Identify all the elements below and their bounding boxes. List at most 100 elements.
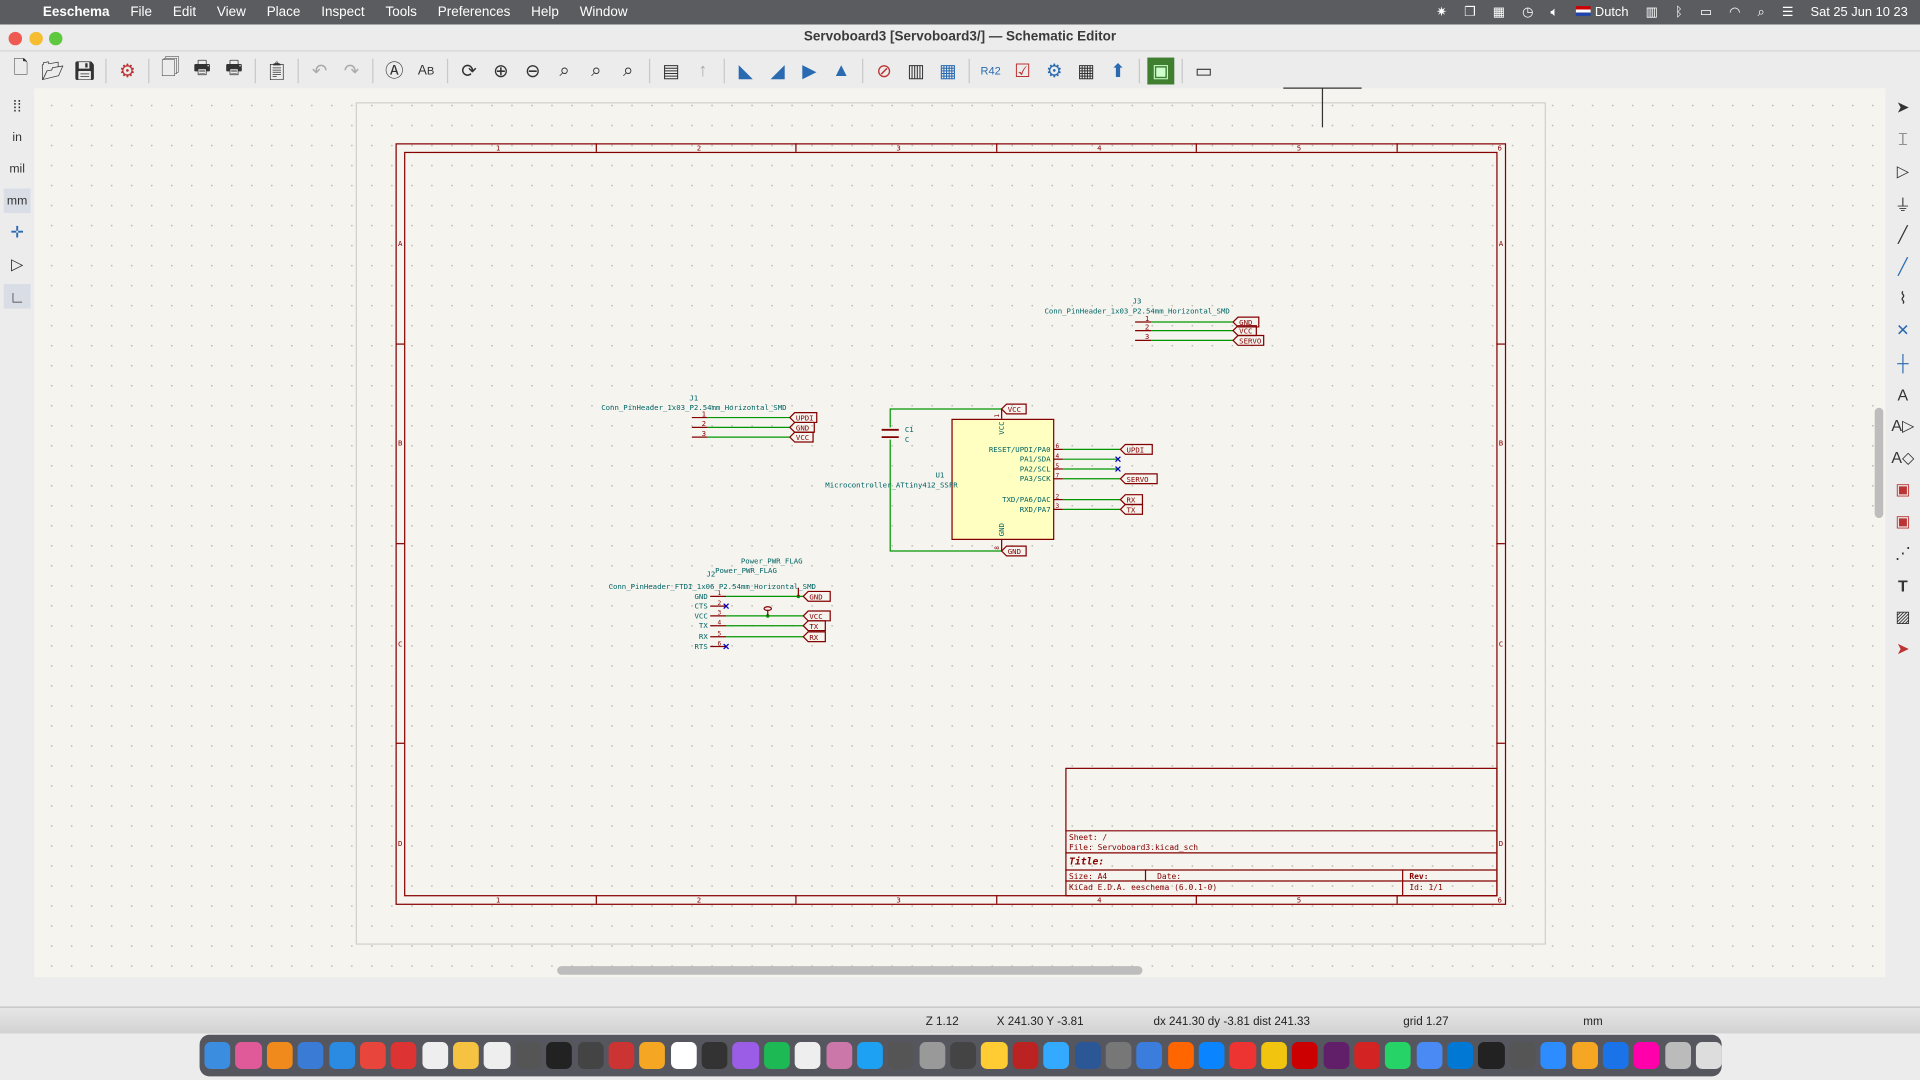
pin-number: 3 <box>702 429 706 438</box>
dock-app-icon[interactable] <box>1540 1042 1567 1069</box>
add-bus-icon[interactable]: ╱ <box>1889 255 1916 279</box>
dock-app-icon[interactable] <box>1695 1042 1722 1069</box>
dock-app-icon[interactable] <box>1416 1042 1443 1069</box>
u1-pin-name: TXD/PA6/DAC <box>1002 495 1051 504</box>
dock-app-icon[interactable] <box>639 1042 666 1069</box>
dock-app-icon[interactable] <box>328 1042 355 1069</box>
column-label: 4 <box>1097 144 1102 153</box>
status-xy: X 241.30 Y -3.81 <box>996 1015 1084 1029</box>
right-toolbar: ➤ ⌶ ▷ ⏚ ╱ ╱ ⌇ ✕ ┼ A A▷ A◇ ▣ ▣ ⋰ T ▨ ➤ <box>1885 88 1920 980</box>
dock-app-icon[interactable] <box>608 1042 635 1069</box>
dock-app-icon[interactable] <box>981 1042 1008 1069</box>
add-symbol-icon[interactable]: ▷ <box>1889 159 1916 183</box>
dock-app-icon[interactable] <box>1136 1042 1163 1069</box>
delete-icon[interactable]: ➤ <box>1889 637 1916 661</box>
dock-app-icon[interactable] <box>1509 1042 1536 1069</box>
dock-app-icon[interactable] <box>577 1042 604 1069</box>
dock-app-icon[interactable] <box>1012 1042 1039 1069</box>
row-label: D <box>398 839 402 848</box>
global-label-text: SERVO <box>1239 336 1261 345</box>
dock-app-icon[interactable] <box>825 1042 852 1069</box>
dock-app-icon[interactable] <box>266 1042 293 1069</box>
dock-app-icon[interactable] <box>1229 1042 1256 1069</box>
add-sheet-icon[interactable]: ▣ <box>1889 478 1916 502</box>
dock-app-icon[interactable] <box>1074 1042 1101 1069</box>
dock-app-icon[interactable] <box>856 1042 883 1069</box>
row-label: A <box>1499 239 1504 248</box>
dock-app-icon[interactable] <box>794 1042 821 1069</box>
add-text-icon[interactable]: T <box>1889 573 1916 597</box>
no-connect-icon[interactable]: ✕ <box>1889 318 1916 342</box>
j3-value: Conn_PinHeader_1x03_P2.54mm_Horizontal_S… <box>1044 306 1229 315</box>
dock-app-icon[interactable] <box>204 1042 231 1069</box>
tb-title: Title: <box>1069 855 1104 867</box>
dock-app-icon[interactable] <box>515 1042 542 1069</box>
row-label: C <box>1499 640 1503 649</box>
row-label: B <box>398 439 403 448</box>
dock-app-icon[interactable] <box>1385 1042 1412 1069</box>
dock-app-icon[interactable] <box>670 1042 697 1069</box>
dock-app-icon[interactable] <box>297 1042 324 1069</box>
select-icon[interactable]: ➤ <box>1889 96 1916 120</box>
junction-icon[interactable]: ┼ <box>1889 350 1916 374</box>
dock-app-icon[interactable] <box>1198 1042 1225 1069</box>
dock-app-icon[interactable] <box>421 1042 448 1069</box>
dock-app-icon[interactable] <box>1323 1042 1350 1069</box>
import-sheet-pin-icon[interactable]: ▣ <box>1889 509 1916 533</box>
tb-file: File: Servoboard3.kicad_sch <box>1069 843 1198 852</box>
dock-app-icon[interactable] <box>235 1042 262 1069</box>
j2-pin-name: GND <box>695 592 708 601</box>
net-label-icon[interactable]: A <box>1889 382 1916 406</box>
dock-app-icon[interactable] <box>888 1042 915 1069</box>
dock-app-icon[interactable] <box>919 1042 946 1069</box>
add-power-icon[interactable]: ⏚ <box>1889 191 1916 215</box>
column-label: 6 <box>1498 144 1502 153</box>
hier-label-icon[interactable]: A◇ <box>1889 446 1916 470</box>
dock-app-icon[interactable] <box>950 1042 977 1069</box>
dock-app-icon[interactable] <box>1260 1042 1287 1069</box>
row-label: C <box>398 640 402 649</box>
highlight-net-icon[interactable]: ⌶ <box>1889 127 1916 151</box>
add-graphic-line-icon[interactable]: ⋰ <box>1889 541 1916 565</box>
dock-app-icon[interactable] <box>390 1042 417 1069</box>
c1-value: C <box>905 435 909 444</box>
dock-app-icon[interactable] <box>1354 1042 1381 1069</box>
dock-app-icon[interactable] <box>1447 1042 1474 1069</box>
pin-number: 4 <box>1056 453 1060 460</box>
vertical-scrollbar[interactable] <box>1874 407 1884 518</box>
dock-app-icon[interactable] <box>732 1042 759 1069</box>
dock-app-icon[interactable] <box>1602 1042 1629 1069</box>
dock-app-icon[interactable] <box>701 1042 728 1069</box>
dock-app-icon[interactable] <box>1478 1042 1505 1069</box>
dock-app-icon[interactable] <box>1571 1042 1598 1069</box>
column-label: 2 <box>697 144 701 153</box>
add-wire-icon[interactable]: ╱ <box>1889 223 1916 247</box>
status-zoom: Z 1.12 <box>925 1015 959 1029</box>
bus-entry-icon[interactable]: ⌇ <box>1889 287 1916 311</box>
pin-number: 8 <box>994 546 1001 550</box>
dock-app-icon[interactable] <box>1167 1042 1194 1069</box>
tb-size: Size: A4 <box>1069 872 1107 881</box>
column-label: 2 <box>697 895 701 904</box>
dock-app-icon[interactable] <box>484 1042 511 1069</box>
schematic-drawing: 112233445566A AB BC CD D Sheet: / File: Serv… <box>355 87 1546 945</box>
dock-app-icon[interactable] <box>1664 1042 1691 1069</box>
dock-app-icon[interactable] <box>763 1042 790 1069</box>
column-label: 6 <box>1498 895 1502 904</box>
dock-app-icon[interactable] <box>453 1042 480 1069</box>
add-image-icon[interactable]: ▨ <box>1889 605 1916 629</box>
pin-number: 7 <box>1056 473 1060 480</box>
dock-app-icon[interactable] <box>1105 1042 1132 1069</box>
horizontal-scrollbar[interactable] <box>557 966 1143 975</box>
dock-app-icon[interactable] <box>1291 1042 1318 1069</box>
column-label: 1 <box>496 895 500 904</box>
dock-app-icon[interactable] <box>546 1042 573 1069</box>
j2-pin-name: VCC <box>695 611 708 620</box>
dock-app-icon[interactable] <box>1633 1042 1660 1069</box>
pin-number: 3 <box>718 610 722 617</box>
global-label-icon[interactable]: A▷ <box>1889 414 1916 438</box>
column-label: 5 <box>1297 144 1301 153</box>
dock-app-icon[interactable] <box>359 1042 386 1069</box>
dock-app-icon[interactable] <box>1043 1042 1070 1069</box>
u1-pin-name: PA3/SCK <box>1020 474 1051 483</box>
